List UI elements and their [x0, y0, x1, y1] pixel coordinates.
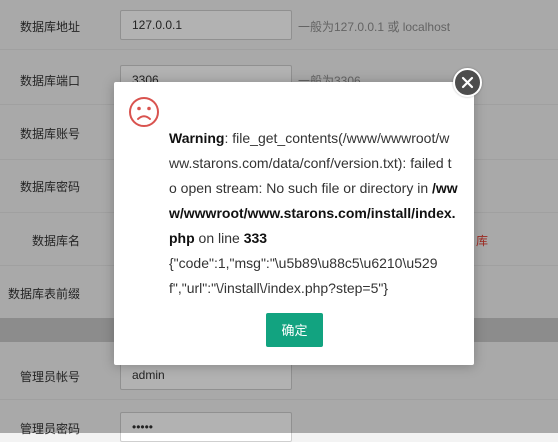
- line-number: 333: [243, 230, 268, 246]
- warning-label: Warning: [169, 130, 225, 146]
- error-dialog: Warning: file_get_contents(/www/wwwroot/…: [114, 82, 474, 365]
- sad-face-icon: [128, 96, 160, 128]
- json-response: {"code":1,"msg":"\u5b89\u88c5\u6210\u529…: [169, 255, 438, 296]
- ok-button[interactable]: 确定: [266, 313, 323, 347]
- on-line-text: on line: [194, 230, 244, 246]
- error-message: Warning: file_get_contents(/www/wwwroot/…: [169, 126, 459, 301]
- close-button[interactable]: [453, 68, 482, 97]
